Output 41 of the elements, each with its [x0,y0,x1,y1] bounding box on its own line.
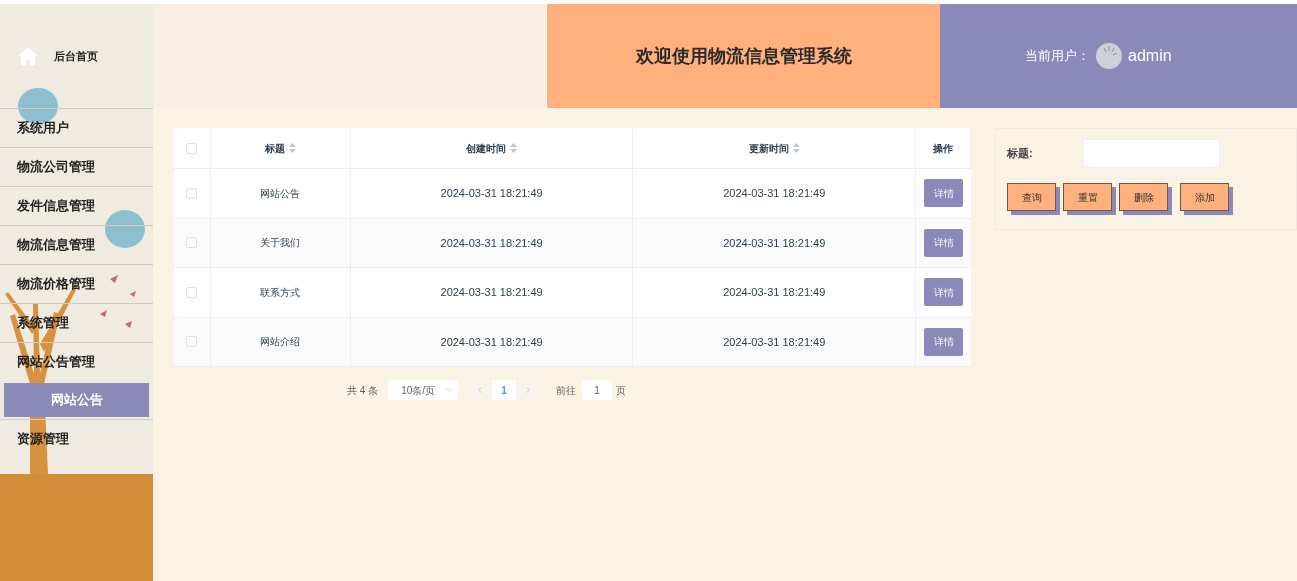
header-cell[interactable]: 标题 [210,128,351,168]
header-cell[interactable]: 更新时间 [633,128,917,168]
table-cell-text: 2024-03-31 18:21:49 [723,235,826,251]
table-cell-text: 2024-03-31 18:21:49 [723,285,826,300]
table-cell-text: 2024-03-31 18:21:49 [440,334,543,350]
row-checkbox[interactable] [186,336,198,348]
row-checkbox[interactable] [186,286,198,298]
column-header: 创建时间 [466,141,507,156]
column-header: 标题 [264,141,285,156]
home-icon[interactable] [18,46,38,66]
row-checkbox[interactable] [186,187,198,199]
table-cell-text: 2024-03-31 18:21:49 [723,186,826,201]
table-cell-text: 联系方式 [260,285,301,300]
search-label: 标题: [1007,146,1034,162]
chevron-down-icon [444,385,455,395]
home-link[interactable]: 后台首页 [54,47,98,65]
goto-suffix: 页 [616,383,627,398]
table-cell-text: 2024-03-31 18:21:49 [440,186,543,201]
header-cell[interactable]: 创建时间 [350,128,634,168]
table-cell-text: 2024-03-31 18:21:49 [440,285,543,300]
system-title: 欢迎使用物流信息管理系统 [635,44,852,68]
row-checkbox[interactable] [186,237,198,249]
table-cell-text: 关于我们 [260,236,301,251]
row-checkbox[interactable] [186,142,198,154]
column-header: 更新时间 [748,141,789,156]
user-label: 当前用户： [1025,47,1090,66]
goto-page-field[interactable]: 1 [582,380,613,400]
sort-icon[interactable] [792,143,800,153]
avatar-icon [1096,43,1122,69]
title-input-field[interactable] [1083,139,1220,168]
goto-label: 前往 [556,383,577,398]
sort-icon[interactable] [288,143,296,153]
table-cell-text: 2024-03-31 18:21:49 [440,235,543,251]
sort-icon[interactable] [510,143,518,153]
username: admin [1128,46,1172,66]
total-count: 共 4 条 [347,383,379,398]
table-cell-text: 网站介绍 [260,335,301,350]
column-header: 操作 [933,141,954,156]
page-size-select[interactable]: 10条/页 [388,380,459,400]
table-cell-text: 网站公告 [260,186,301,201]
table-cell-text: 2024-03-31 18:21:49 [723,334,826,350]
